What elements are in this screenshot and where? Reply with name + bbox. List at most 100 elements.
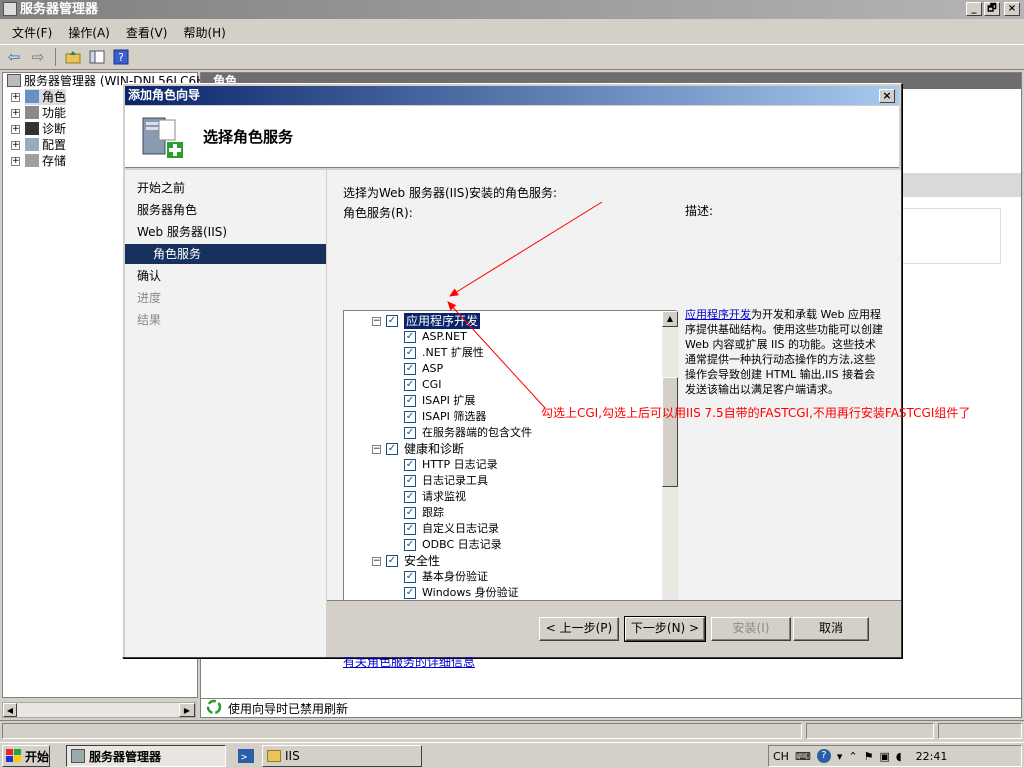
service-checkbox[interactable]: ✓	[404, 347, 416, 359]
service-item[interactable]: ✓ 跟踪	[404, 505, 444, 521]
service-item[interactable]: ✓ CGI	[404, 377, 441, 393]
volume-icon[interactable]: ◖	[896, 750, 902, 763]
start-button[interactable]: 开始	[2, 745, 50, 767]
step-confirmation[interactable]: 确认	[125, 266, 326, 286]
service-label: .NET 扩展性	[422, 346, 484, 359]
menu-help[interactable]: 帮助(H)	[175, 24, 233, 41]
service-checkbox[interactable]: ✓	[404, 587, 416, 599]
service-checkbox[interactable]: ✓	[386, 443, 398, 455]
clock[interactable]: 22:41	[916, 750, 948, 763]
step-server-roles[interactable]: 服务器角色	[125, 200, 326, 220]
minimize-button[interactable]: _	[966, 2, 982, 16]
scroll-thumb[interactable]	[662, 377, 678, 487]
wizard-page-title: 选择角色服务	[203, 128, 294, 146]
language-indicator[interactable]: CH	[773, 750, 789, 763]
taskbar: 开始 服务器管理器 > IIS CH ⌨ ? ▾ ⌃ ⚑ ▣ ◖ 22:41	[0, 742, 1024, 768]
menu-file[interactable]: 文件(F)	[4, 24, 60, 41]
service-checkbox[interactable]: ✓	[404, 411, 416, 423]
expand-icon[interactable]: +	[11, 157, 20, 166]
service-item[interactable]: ✓ Windows 身份验证	[404, 585, 519, 601]
service-item[interactable]: ✓ HTTP 日志记录	[404, 457, 498, 473]
service-checkbox[interactable]: ✓	[404, 507, 416, 519]
close-button[interactable]: ×	[1004, 2, 1020, 16]
scroll-right-arrow[interactable]: ▶	[179, 703, 195, 717]
collapse-icon[interactable]: −	[372, 557, 381, 566]
collapse-icon[interactable]: −	[372, 317, 381, 326]
service-checkbox[interactable]: ✓	[404, 475, 416, 487]
service-checkbox[interactable]: ✓	[404, 331, 416, 343]
service-item[interactable]: ✓ .NET 扩展性	[404, 345, 484, 361]
service-group[interactable]: ✓ 安全性	[386, 553, 440, 569]
up-folder-icon[interactable]	[63, 47, 83, 67]
service-item[interactable]: ✓ 在服务器端的包含文件	[404, 425, 532, 441]
service-label: ODBC 日志记录	[422, 538, 502, 551]
step-role-services[interactable]: 角色服务	[125, 244, 326, 264]
help-icon[interactable]: ?	[111, 47, 131, 67]
keyboard-icon[interactable]: ⌨	[795, 750, 811, 763]
step-before-you-begin[interactable]: 开始之前	[125, 178, 326, 198]
options-icon[interactable]: ▾	[837, 750, 843, 763]
service-item[interactable]: ✓ ISAPI 筛选器	[404, 409, 486, 425]
service-item[interactable]: ✓ 自定义日志记录	[404, 521, 499, 537]
previous-button[interactable]: < 上一步(P)	[539, 617, 619, 641]
service-group[interactable]: ✓ 应用程序开发	[386, 313, 481, 329]
service-checkbox[interactable]: ✓	[404, 571, 416, 583]
forward-arrow-icon[interactable]: ⇨	[28, 47, 48, 67]
tree-item-diagnostics[interactable]: 诊断	[25, 121, 66, 137]
service-item[interactable]: ✓ 请求监视	[404, 489, 466, 505]
list-vertical-scrollbar[interactable]: ▲ ▼	[662, 311, 678, 645]
tree-item-storage[interactable]: 存储	[25, 153, 66, 169]
tree-item-roles[interactable]: 角色	[25, 89, 67, 105]
service-checkbox[interactable]: ✓	[404, 395, 416, 407]
service-checkbox[interactable]: ✓	[404, 379, 416, 391]
expand-icon[interactable]: +	[11, 109, 20, 118]
help-tray-icon[interactable]: ?	[816, 749, 831, 763]
service-checkbox[interactable]: ✓	[386, 315, 398, 327]
task-server-manager[interactable]: 服务器管理器	[66, 745, 226, 767]
service-label: 应用程序开发	[404, 313, 481, 329]
expand-icon[interactable]: +	[11, 141, 20, 150]
windows-logo-icon	[6, 749, 21, 762]
service-checkbox[interactable]: ✓	[404, 523, 416, 535]
service-item[interactable]: ✓ ODBC 日志记录	[404, 537, 502, 553]
roles-icon	[25, 90, 39, 103]
service-item[interactable]: ✓ 日志记录工具	[404, 473, 488, 489]
service-item[interactable]: ✓ ISAPI 扩展	[404, 393, 475, 409]
scroll-left-arrow[interactable]: ◀	[3, 703, 17, 717]
step-web-server-iis[interactable]: Web 服务器(IIS)	[125, 222, 326, 242]
content-band	[901, 173, 1021, 197]
flag-icon[interactable]: ⚑	[864, 750, 874, 763]
app-dev-link[interactable]: 应用程序开发	[685, 308, 751, 321]
back-arrow-icon[interactable]: ⇦	[4, 47, 24, 67]
service-checkbox[interactable]: ✓	[404, 459, 416, 471]
service-checkbox[interactable]: ✓	[404, 427, 416, 439]
service-checkbox[interactable]: ✓	[404, 539, 416, 551]
tree-item-features[interactable]: 功能	[25, 105, 66, 121]
network-icon[interactable]: ▣	[879, 750, 889, 763]
service-item[interactable]: ✓ ASP.NET	[404, 329, 467, 345]
menu-action[interactable]: 操作(A)	[60, 24, 118, 41]
show-hide-tree-icon[interactable]	[87, 47, 107, 67]
powershell-icon[interactable]: >	[236, 746, 256, 766]
expand-icon[interactable]: +	[11, 125, 20, 134]
show-more-icon[interactable]: ⌃	[848, 750, 857, 763]
dialog-close-button[interactable]: ×	[879, 89, 895, 103]
task-iis-folder[interactable]: IIS	[262, 745, 422, 767]
expand-icon[interactable]: +	[11, 93, 20, 102]
tree-horizontal-scrollbar[interactable]: ◀ ▶	[2, 702, 196, 718]
tree-item-configuration[interactable]: 配置	[25, 137, 66, 153]
cancel-button[interactable]: 取消	[793, 617, 869, 641]
collapse-icon[interactable]: −	[372, 445, 381, 454]
scroll-up-arrow[interactable]: ▲	[662, 311, 678, 327]
service-label: 请求监视	[422, 490, 466, 503]
service-checkbox[interactable]: ✓	[404, 363, 416, 375]
service-group[interactable]: ✓ 健康和诊断	[386, 441, 464, 457]
next-button[interactable]: 下一步(N) >	[624, 616, 706, 642]
status-bar	[0, 720, 1024, 740]
service-item[interactable]: ✓ ASP	[404, 361, 443, 377]
service-checkbox[interactable]: ✓	[404, 491, 416, 503]
service-item[interactable]: ✓ 基本身份验证	[404, 569, 488, 585]
service-checkbox[interactable]: ✓	[386, 555, 398, 567]
menu-view[interactable]: 查看(V)	[118, 24, 176, 41]
restore-button[interactable]: 🗗	[984, 2, 1000, 16]
